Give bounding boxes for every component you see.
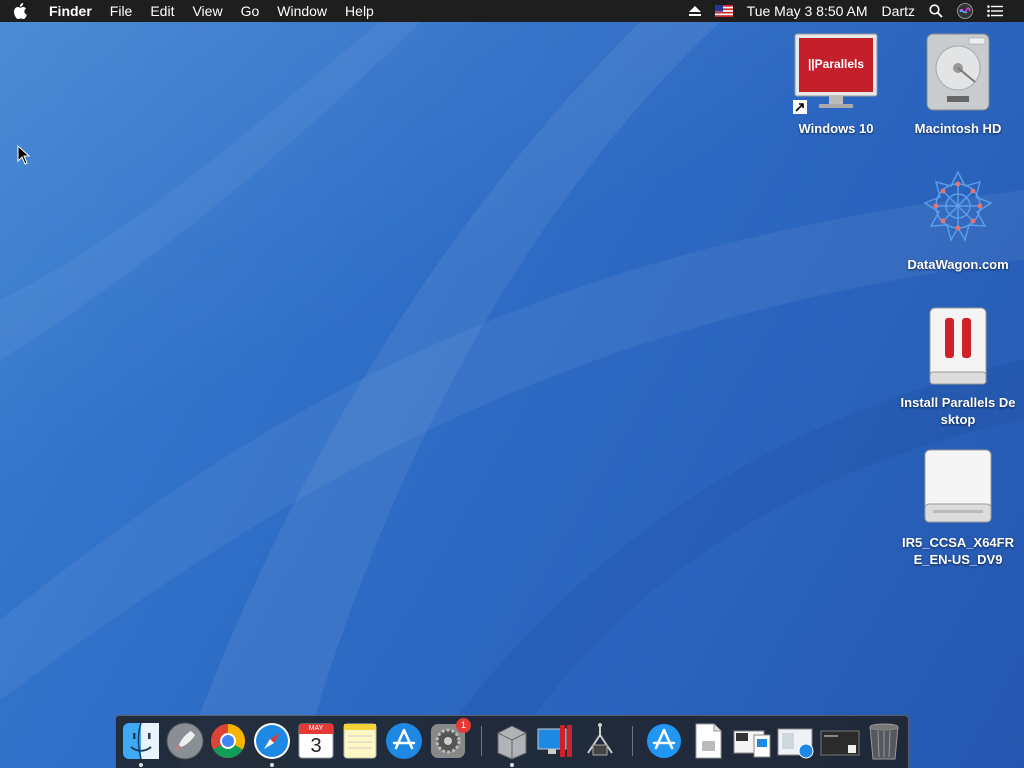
downloads-stack-icon — [733, 730, 771, 758]
menu-view[interactable]: View — [183, 0, 231, 22]
spotlight-search-icon[interactable] — [922, 4, 950, 18]
chrome-icon — [211, 724, 245, 758]
document-icon — [695, 723, 722, 759]
running-indicator — [139, 763, 143, 767]
dock-calendar[interactable]: MAY 3 — [296, 721, 336, 761]
finder-icon — [123, 722, 159, 760]
boot-camp-icon — [497, 725, 527, 760]
dock-boot-camp[interactable] — [492, 721, 532, 767]
apple-menu-icon[interactable] — [0, 0, 40, 22]
dock-system-preferences[interactable]: 1 — [428, 718, 471, 761]
dock-separator — [481, 726, 482, 756]
dock-parallels-desktop[interactable] — [536, 721, 576, 761]
trash-icon — [869, 723, 899, 760]
safari-icon — [254, 723, 290, 759]
dock-safari[interactable] — [252, 721, 292, 767]
menu-window[interactable]: Window — [268, 0, 336, 22]
dock-downloads-stack[interactable] — [732, 721, 772, 761]
siri-icon[interactable] — [950, 3, 980, 19]
parallels-desktop-icon — [537, 725, 572, 757]
menu-clock[interactable]: Tue May 3 8:50 AM — [740, 0, 875, 22]
eject-icon[interactable] — [682, 6, 708, 16]
parallels-brand-text: ||Parallels — [807, 57, 865, 71]
launchpad-icon — [166, 722, 204, 760]
dock-chrome[interactable] — [208, 721, 248, 761]
desktop-icon-install-parallels[interactable]: Install Parallels Desktop — [898, 306, 1018, 428]
desktop-icon-label: Macintosh HD — [914, 121, 1002, 136]
dock-screenshots-stack[interactable] — [820, 721, 860, 761]
dock-document[interactable] — [688, 721, 728, 761]
us-flag-input-icon[interactable] — [708, 5, 740, 17]
menu-app-name[interactable]: Finder — [40, 0, 101, 22]
dock-separator — [632, 726, 633, 756]
applications-stack-icon — [647, 724, 681, 758]
dock-applications-stack[interactable] — [644, 721, 684, 761]
menu-go[interactable]: Go — [232, 0, 269, 22]
desktop-icon-label: IR5_CCSA_X64FRE_EN-US_DV9 — [902, 535, 1014, 567]
desktop-icon-iso-image[interactable]: IR5_CCSA_X64FRE_EN-US_DV9 — [898, 446, 1018, 568]
dock-network-utility[interactable] — [580, 721, 620, 761]
desktop-icon-macintosh-hd[interactable]: Macintosh HD — [898, 32, 1018, 137]
disk-image-icon — [913, 446, 1003, 532]
running-indicator — [270, 763, 274, 767]
desktop-icon-label: Install Parallels Desktop — [900, 395, 1016, 427]
dock-safari-downloads-stack[interactable] — [776, 721, 816, 761]
safari-downloads-stack-icon — [777, 728, 814, 759]
parallels-vm-icon: ||Parallels — [791, 32, 881, 118]
desktop-icon-label: Windows 10 — [798, 121, 874, 136]
calendar-day: 3 — [310, 735, 322, 757]
dock: MAY 3 1 — [115, 715, 909, 768]
desktop-icon-datawagon[interactable]: DataWagon.com — [898, 168, 1018, 273]
notification-center-icon[interactable] — [980, 5, 1010, 17]
menu-user[interactable]: Dartz — [875, 0, 922, 22]
app-store-icon — [386, 723, 422, 759]
menu-bar: Finder File Edit View Go Window Help Tue… — [0, 0, 1024, 22]
menu-help[interactable]: Help — [336, 0, 383, 22]
running-indicator — [510, 763, 514, 767]
desktop-icon-label: DataWagon.com — [907, 257, 1009, 272]
dock-notes[interactable] — [340, 721, 380, 761]
dock-app-store[interactable] — [384, 721, 424, 761]
network-utility-icon — [587, 723, 613, 756]
desktop-icon-windows-10[interactable]: ||Parallels Windows 10 — [776, 32, 896, 137]
notification-badge: 1 — [456, 718, 471, 733]
dock-trash[interactable] — [864, 721, 904, 761]
dock-launchpad[interactable] — [165, 721, 205, 761]
dock-finder[interactable] — [121, 721, 161, 767]
menu-edit[interactable]: Edit — [141, 0, 183, 22]
notes-icon — [343, 723, 377, 759]
datawagon-icon — [913, 168, 1003, 254]
screenshots-stack-icon — [820, 730, 860, 756]
mouse-cursor-icon — [17, 145, 31, 165]
menu-file[interactable]: File — [101, 0, 142, 22]
calendar-month: MAY — [308, 725, 324, 732]
parallels-installer-icon — [913, 306, 1003, 392]
hard-drive-icon — [913, 32, 1003, 118]
